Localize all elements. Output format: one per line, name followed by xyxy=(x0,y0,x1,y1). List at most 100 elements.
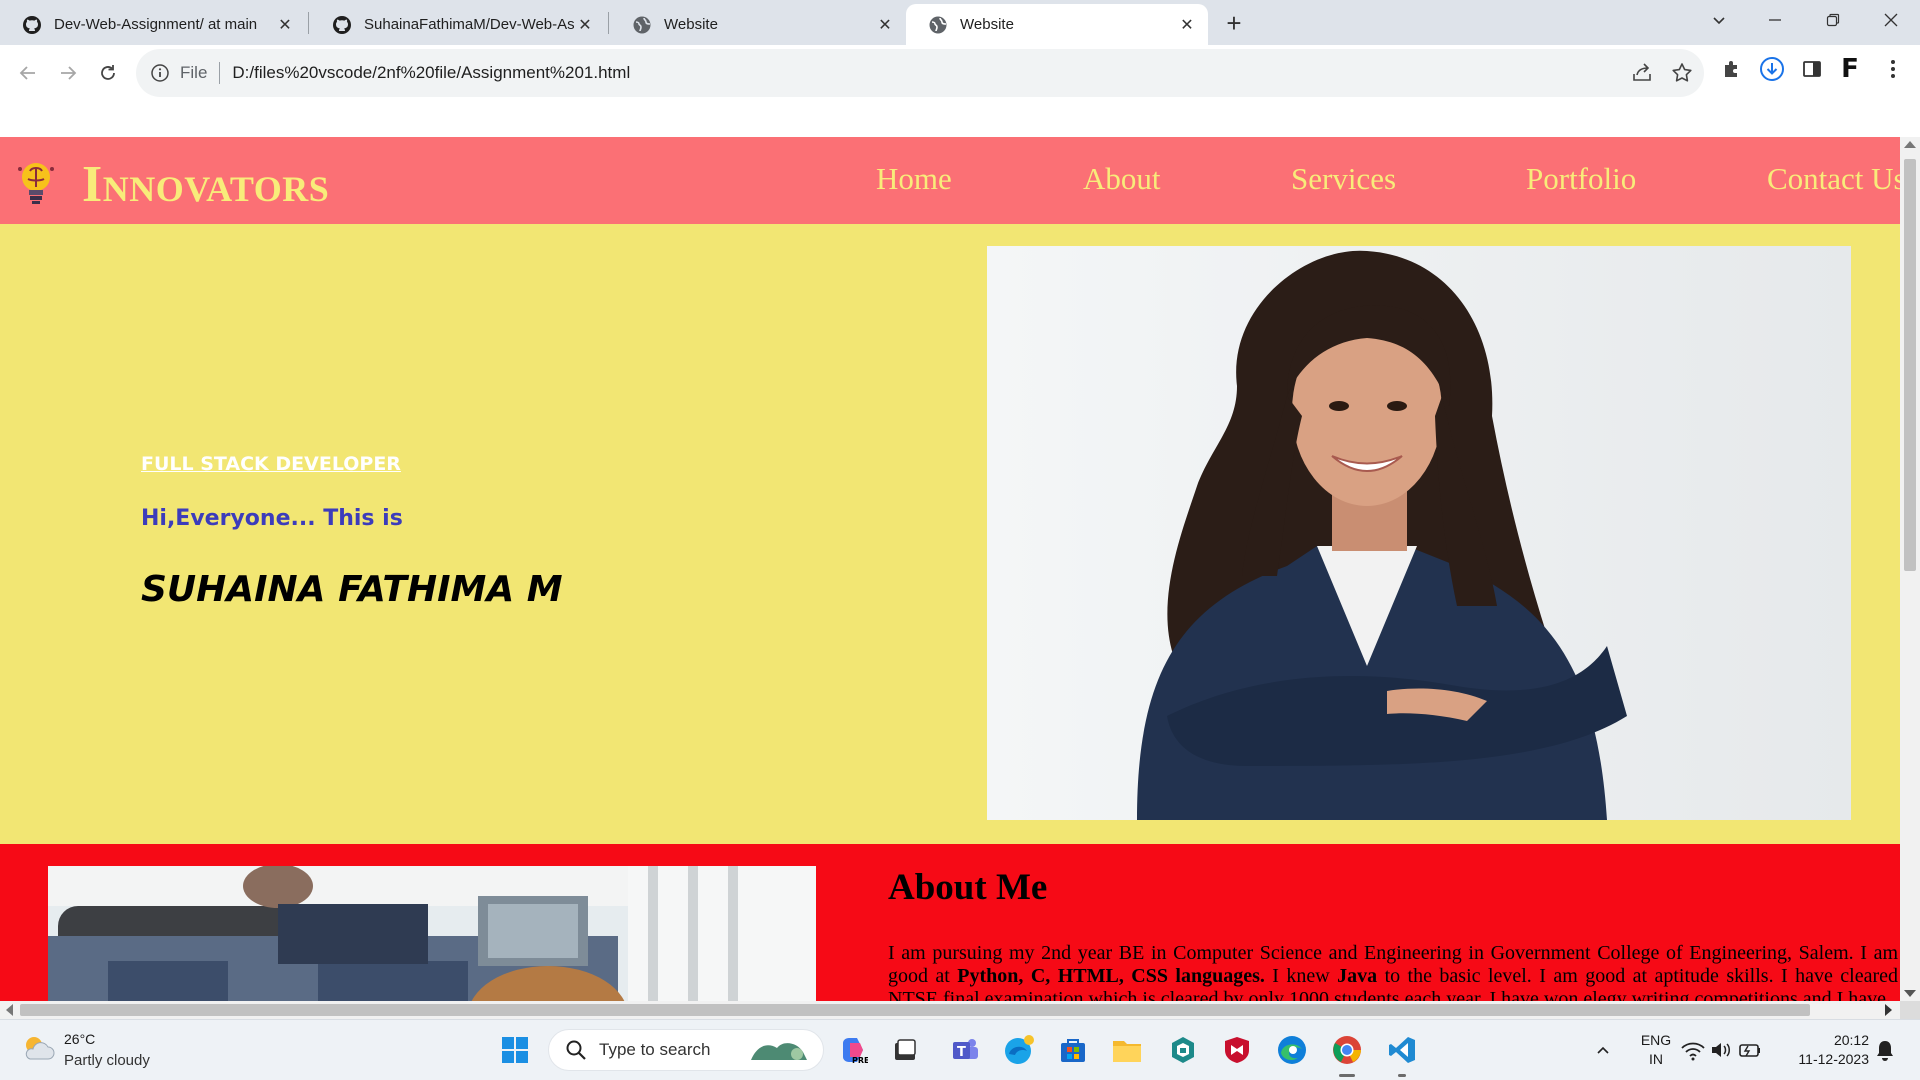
partly-cloudy-icon[interactable] xyxy=(20,1031,56,1067)
scroll-right-arrow-icon[interactable] xyxy=(1885,1004,1892,1016)
profile-f-icon[interactable]: F xyxy=(1837,54,1863,84)
scroll-down-arrow-icon[interactable] xyxy=(1904,990,1916,997)
new-tab-button[interactable]: + xyxy=(1218,7,1250,39)
system-tray-status[interactable] xyxy=(1680,1033,1766,1067)
region-code: IN xyxy=(1649,1051,1663,1067)
weather-temperature[interactable]: 26°C xyxy=(64,1031,95,1047)
share-icon[interactable] xyxy=(1630,61,1654,85)
language-code: ENG xyxy=(1640,1032,1672,1048)
scroll-left-arrow-icon[interactable] xyxy=(6,1004,13,1016)
horizontal-scroll-thumb[interactable] xyxy=(20,1004,1810,1016)
globe-icon xyxy=(633,16,651,33)
hero-section: FULL STACK DEVELOPER Hi,Everyone... This… xyxy=(0,224,1900,844)
tab-search-chevron-icon[interactable] xyxy=(1696,0,1742,40)
mcafee-icon[interactable] xyxy=(1220,1033,1254,1067)
nav-contact-us[interactable]: Contact Us xyxy=(1767,161,1900,197)
vertical-scrollbar[interactable] xyxy=(1900,137,1920,1001)
browser-toolbar: File D:/files%20vscode/2nf%20file/Assign… xyxy=(0,45,1920,137)
about-title: About Me xyxy=(888,867,1048,908)
address-bar[interactable]: File D:/files%20vscode/2nf%20file/Assign… xyxy=(136,49,1704,97)
svg-text:T: T xyxy=(957,1045,966,1060)
browser-tab-3[interactable]: Website ✕ xyxy=(610,4,906,45)
tab-separator xyxy=(308,12,309,34)
clock-date: 11-12-2023 xyxy=(1798,1051,1869,1067)
github-icon xyxy=(333,15,351,34)
browser-tab-2[interactable]: SuhainaFathimaM/Dev-Web-Ass ✕ xyxy=(310,4,606,45)
page-viewport: INNOVATORS Home About Services Portfolio… xyxy=(0,137,1900,1001)
taskbar: 26°C Partly cloudy Type to search PRE T xyxy=(0,1019,1920,1080)
close-tab-icon[interactable]: ✕ xyxy=(874,14,896,36)
profile-photo xyxy=(987,246,1851,820)
scroll-corner xyxy=(1900,1001,1920,1019)
hero-greeting: Hi,Everyone... This is xyxy=(141,506,403,531)
windows-start-icon[interactable] xyxy=(498,1033,532,1067)
hero-subtitle[interactable]: FULL STACK DEVELOPER xyxy=(141,453,401,475)
tab-title: Dev-Web-Assignment/ at main xyxy=(54,16,258,33)
browser-tab-1[interactable]: Dev-Web-Assignment/ at main ✕ xyxy=(0,4,306,45)
notification-bell-icon[interactable] xyxy=(1868,1033,1902,1067)
forward-arrow-icon xyxy=(61,66,77,80)
reload-button[interactable] xyxy=(88,53,128,93)
about-java: Java xyxy=(1337,965,1378,987)
language-indicator[interactable]: ENG IN xyxy=(1636,1032,1676,1067)
url-text[interactable]: D:/files%20vscode/2nf%20file/Assignment%… xyxy=(232,63,630,83)
wifi-icon xyxy=(1681,1042,1705,1061)
volume-icon xyxy=(1712,1043,1730,1057)
back-arrow-icon xyxy=(19,66,35,80)
svg-text:PRE: PRE xyxy=(852,1056,868,1065)
site-brand[interactable]: INNOVATORS xyxy=(82,155,329,214)
search-highlight-icon xyxy=(751,1043,807,1060)
tab-title: Website xyxy=(960,16,1014,33)
globe-icon xyxy=(929,16,947,33)
download-icon[interactable] xyxy=(1759,56,1785,82)
info-icon[interactable] xyxy=(150,63,170,83)
vpn-app-icon[interactable] xyxy=(1166,1033,1200,1067)
scroll-up-arrow-icon[interactable] xyxy=(1904,141,1916,148)
browser-tab-4-active[interactable]: Website ✕ xyxy=(906,4,1208,45)
nav-services[interactable]: Services xyxy=(1291,161,1396,197)
search-placeholder: Type to search xyxy=(599,1040,711,1059)
office-photo xyxy=(48,866,816,1001)
file-explorer-icon[interactable] xyxy=(1110,1033,1144,1067)
back-button[interactable] xyxy=(8,53,48,93)
forward-button[interactable] xyxy=(48,53,88,93)
vscode-running-indicator xyxy=(1398,1074,1406,1077)
close-tab-icon[interactable]: ✕ xyxy=(1176,14,1198,36)
tab-strip: Dev-Web-Assignment/ at main ✕ SuhainaFat… xyxy=(0,0,1920,45)
show-hidden-icons-chevron-icon[interactable] xyxy=(1586,1033,1620,1067)
tab-separator xyxy=(608,12,609,34)
nav-about[interactable]: About xyxy=(1083,161,1161,197)
clock[interactable]: 20:12 11-12-2023 xyxy=(1783,1032,1869,1067)
github-icon xyxy=(23,15,41,34)
menu-dots-icon[interactable] xyxy=(1880,56,1906,82)
close-tab-icon[interactable]: ✕ xyxy=(574,14,596,36)
horizontal-scrollbar[interactable] xyxy=(0,1001,1900,1019)
task-view-icon[interactable] xyxy=(888,1033,922,1067)
taskbar-search[interactable]: Type to search xyxy=(548,1029,824,1071)
scheme-label: File xyxy=(180,63,208,82)
clock-time: 20:12 xyxy=(1833,1032,1869,1048)
vertical-scroll-thumb[interactable] xyxy=(1904,159,1916,571)
site-navbar: INNOVATORS Home About Services Portfolio… xyxy=(0,137,1900,224)
close-tab-icon[interactable]: ✕ xyxy=(274,14,296,36)
search-icon xyxy=(566,1040,586,1060)
copilot-icon[interactable]: PRE xyxy=(836,1033,870,1067)
edge-beta-icon[interactable] xyxy=(1002,1033,1036,1067)
about-section: About Me I am pursuing my 2nd year BE in… xyxy=(0,844,1900,1001)
microsoft-store-icon[interactable] xyxy=(1056,1033,1090,1067)
about-paragraph: I am pursuing my 2nd year BE in Computer… xyxy=(888,942,1898,1001)
chrome-icon[interactable] xyxy=(1330,1033,1364,1067)
teams-icon[interactable]: T xyxy=(948,1033,982,1067)
bookmark-star-icon[interactable] xyxy=(1670,61,1694,85)
weather-description[interactable]: Partly cloudy xyxy=(64,1052,150,1069)
vscode-icon[interactable] xyxy=(1385,1033,1419,1067)
restore-button[interactable] xyxy=(1810,0,1856,40)
minimize-button[interactable] xyxy=(1752,0,1798,40)
puzzle-icon[interactable] xyxy=(1719,56,1745,82)
close-window-button[interactable] xyxy=(1868,0,1914,40)
nav-home[interactable]: Home xyxy=(876,161,952,197)
reload-icon xyxy=(101,65,115,80)
edge-icon[interactable] xyxy=(1275,1033,1309,1067)
sidepanel-icon[interactable] xyxy=(1799,56,1825,82)
nav-portfolio[interactable]: Portfolio xyxy=(1526,161,1636,197)
